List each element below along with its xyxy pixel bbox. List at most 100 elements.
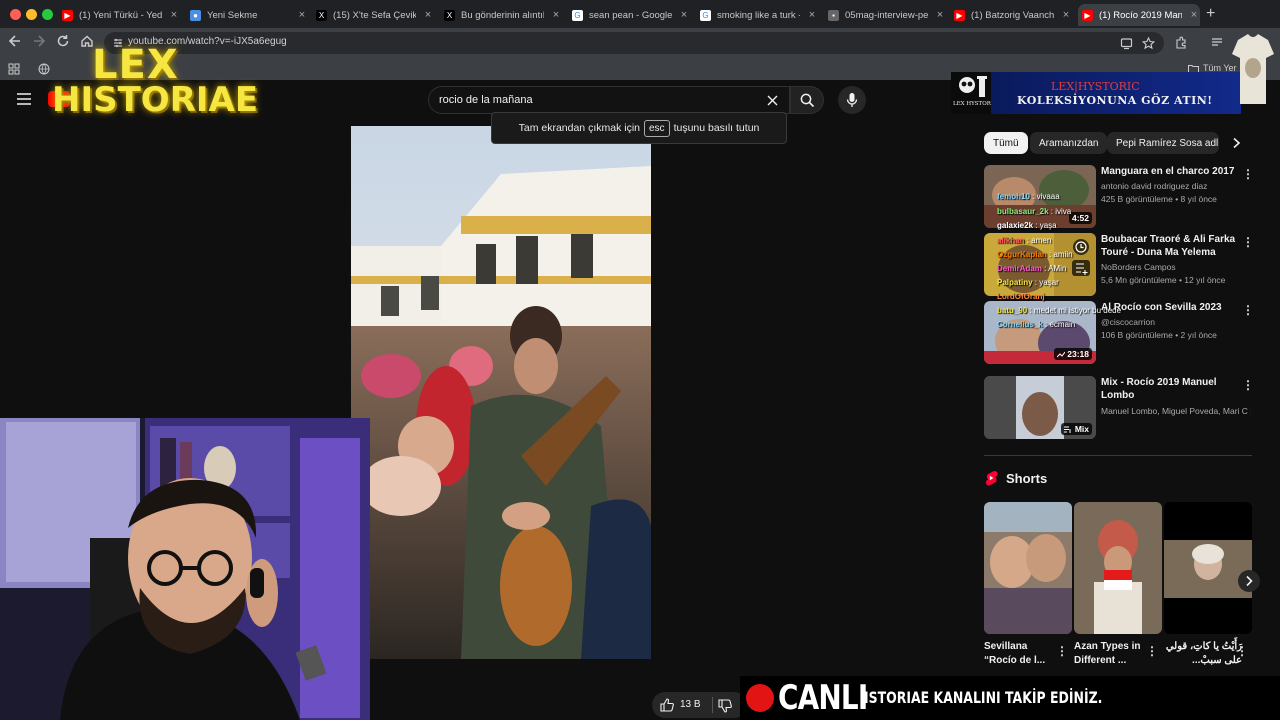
address-bar[interactable]: youtube.com/watch?v=-iJX5a6egug — [104, 32, 1164, 54]
chat-message: LordOfOranj — [997, 292, 1045, 301]
thumbs-down-icon[interactable] — [718, 699, 732, 713]
tab-title: 05mag-interview-pe — [845, 9, 928, 21]
video-title[interactable]: Manguara en el charco 2017 — [1101, 165, 1237, 178]
channel-name[interactable]: NoBorders Campos — [1101, 262, 1251, 272]
close-tab-icon[interactable]: × — [168, 9, 180, 21]
chip-from-search[interactable]: Aramanızdan — [1030, 132, 1108, 154]
short-title[interactable]: Sevillana “Rocío de l... — [984, 640, 1062, 668]
reload-button[interactable] — [54, 34, 72, 52]
chat-username: DemirAdam — [997, 264, 1042, 273]
page-icon: ▪ — [828, 9, 839, 21]
chat-username: LordOfOranj — [997, 292, 1045, 301]
short-thumbnail[interactable] — [1164, 502, 1252, 634]
short-title[interactable]: رَأَيْتُ يا كاتِ، قولي على سببْ... — [1164, 640, 1242, 668]
chip-all[interactable]: Tümü — [984, 132, 1028, 154]
browser-tab[interactable]: ▶ (1) Batzorig Vaanchi × — [950, 4, 1072, 26]
maximize-window-button[interactable] — [42, 9, 53, 20]
globe-icon[interactable] — [38, 63, 50, 75]
channel-name[interactable]: @ciscocarrion — [1101, 317, 1251, 327]
close-tab-icon[interactable]: × — [422, 9, 434, 21]
video-title[interactable]: Al Rocío con Sevilla 2023 — [1101, 301, 1237, 314]
related-mix[interactable]: Mix Mix - Rocío 2019 Manuel Lombo Manuel… — [984, 376, 1254, 440]
tab-title: (1) Rocío 2019 Manu — [1099, 9, 1182, 21]
shorts-logo-icon — [985, 471, 998, 486]
close-tab-icon[interactable]: × — [678, 9, 690, 21]
browser-tab[interactable]: ▪ 05mag-interview-pe × — [824, 4, 946, 26]
mix-badge: Mix — [1061, 423, 1092, 435]
apps-grid-icon[interactable] — [8, 63, 20, 75]
new-tab-button[interactable]: + — [1206, 5, 1215, 23]
search-input[interactable]: rocio de la mañana — [428, 86, 790, 114]
chat-message: DemirAdam : AMin — [997, 264, 1067, 273]
reading-list-icon[interactable] — [1210, 36, 1224, 50]
arrow-left-icon — [8, 35, 20, 47]
cast-icon[interactable] — [1120, 37, 1133, 50]
forward-button[interactable] — [30, 34, 48, 52]
close-tab-icon[interactable]: × — [934, 9, 946, 21]
video-title[interactable]: Mix - Rocío 2019 Manuel Lombo — [1101, 376, 1237, 402]
chat-message: galaxie2k : yaşa — [997, 221, 1057, 230]
star-icon[interactable] — [1142, 37, 1155, 50]
browser-tab[interactable]: X (15) X'te Sefa Çevik × — [312, 4, 434, 26]
video-meta: 106 B görüntüleme • 2 yıl önce — [1101, 330, 1217, 340]
video-player[interactable] — [351, 126, 651, 659]
video-duration: 4:52 — [1068, 212, 1092, 224]
add-to-queue-icon[interactable] — [1072, 260, 1090, 276]
more-actions-icon[interactable]: ⋮ — [1242, 378, 1254, 392]
channel-name[interactable]: antonio david rodriguez diaz — [1101, 181, 1251, 191]
close-tab-icon[interactable]: × — [550, 9, 562, 21]
more-actions-icon[interactable]: ⋮ — [1242, 167, 1254, 181]
voice-search-button[interactable] — [838, 86, 866, 114]
shorts-next-button[interactable] — [1238, 570, 1260, 592]
video-thumbnail[interactable]: Mix — [984, 376, 1096, 439]
close-window-button[interactable] — [10, 9, 21, 20]
clear-search-icon[interactable] — [767, 95, 778, 106]
chat-text: vivaaa — [1036, 192, 1060, 201]
video-duration-text: 23:18 — [1067, 349, 1089, 359]
video-title[interactable]: Boubacar Traoré & Ali Farka Touré - Duna… — [1101, 233, 1237, 259]
close-tab-icon[interactable]: × — [806, 9, 818, 21]
tab-title: (15) X'te Sefa Çevik — [333, 9, 416, 21]
more-actions-icon[interactable]: ⋮ — [1236, 644, 1248, 658]
browser-tab[interactable]: ● Yeni Sekme × — [186, 4, 308, 26]
youtube-icon: ▶ — [954, 9, 965, 21]
back-button[interactable] — [6, 34, 24, 52]
browser-tab[interactable]: ▶ (1) Rocío 2019 Manu × — [1078, 4, 1200, 26]
video-frame — [351, 126, 651, 659]
like-count[interactable]: 13 B — [680, 699, 701, 710]
more-actions-icon[interactable]: ⋮ — [1242, 235, 1254, 249]
toolbar: youtube.com/watch?v=-iJX5a6egug — [0, 28, 1280, 58]
banner-title: LEX|HYSTORIC — [1051, 80, 1140, 93]
search-button[interactable] — [790, 86, 824, 114]
chip-channel[interactable]: Pepi Ramírez Sosa adlı y — [1107, 132, 1219, 154]
chat-message: Palpatiny : yaşar — [997, 278, 1059, 287]
short-title[interactable]: Azan Types in Different ... — [1074, 640, 1152, 668]
clock-icon[interactable] — [1072, 238, 1090, 256]
thumbs-up-icon[interactable] — [660, 698, 674, 712]
browser-tab[interactable]: ▶ (1) Yeni Türkü - Yedi × — [58, 4, 180, 26]
browser-tab[interactable]: Gsmoking like a turk - × — [696, 4, 818, 26]
tab-title: Bu gönderinin alıntıla — [461, 9, 544, 21]
short-thumbnail[interactable] — [984, 502, 1072, 634]
channel-name[interactable]: Manuel Lombo, Miguel Poveda, Mari C M... — [1101, 406, 1251, 416]
browser-tab[interactable]: X Bu gönderinin alıntıla × — [440, 4, 562, 26]
tab-title: sean pean - Google — [589, 9, 672, 21]
short-thumbnail[interactable] — [1074, 502, 1162, 634]
tab-title: (1) Yeni Türkü - Yedi — [79, 9, 162, 21]
browser-tab[interactable]: Gsean pean - Google × — [568, 4, 690, 26]
chevron-right-icon[interactable] — [1230, 137, 1242, 149]
chat-message: batu_90 : medet mi istiyor bu dede — [997, 306, 1122, 315]
close-tab-icon[interactable]: × — [296, 9, 308, 21]
minimize-window-button[interactable] — [26, 9, 37, 20]
more-actions-icon[interactable]: ⋮ — [1242, 303, 1254, 317]
more-actions-icon[interactable]: ⋮ — [1146, 644, 1158, 658]
banner-logo: LEX HYSTORIC — [951, 72, 997, 114]
channel-logo-line2: HISTORIAE — [52, 80, 259, 120]
close-tab-icon[interactable]: × — [1060, 9, 1072, 21]
more-actions-icon[interactable]: ⋮ — [1056, 644, 1068, 658]
close-tab-icon[interactable]: × — [1188, 9, 1200, 21]
hamburger-menu-icon[interactable] — [16, 92, 32, 106]
extensions-icon[interactable] — [1174, 36, 1188, 50]
chat-message: alikhan : amen — [997, 236, 1052, 245]
like-divider — [712, 697, 713, 713]
